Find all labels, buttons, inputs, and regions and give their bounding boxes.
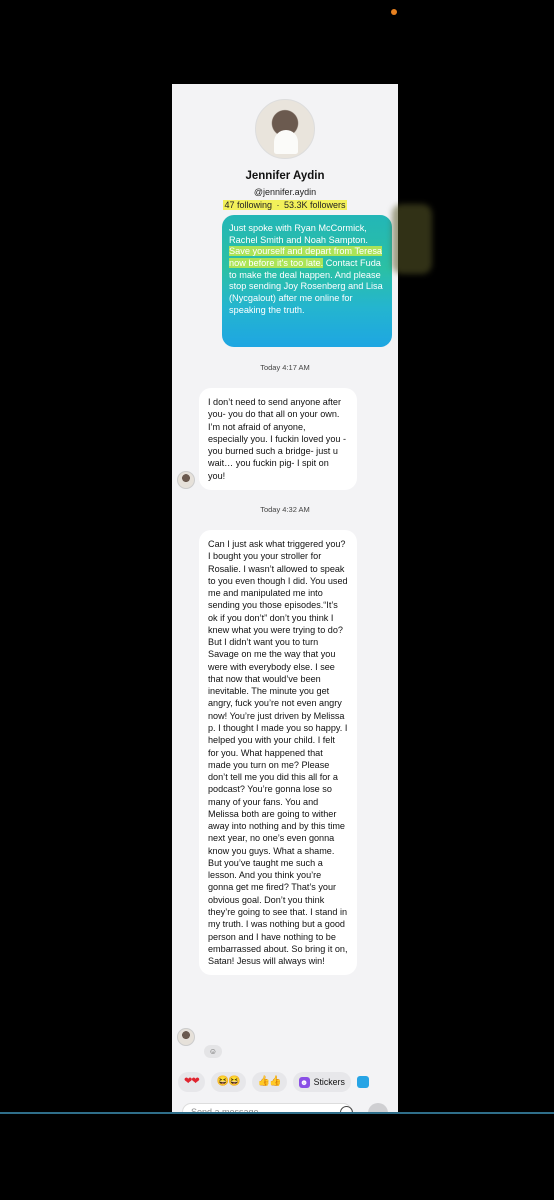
stickers-button[interactable]: ☻ Stickers [292,1072,351,1092]
chat-panel: Jennifer Aydin @jennifer.aydin 47 follow… [172,84,398,1114]
profile-handle: @jennifer.aydin [253,187,317,197]
profile-name: Jennifer Aydin [245,170,325,182]
sender-avatar[interactable] [177,471,195,489]
followers-count[interactable]: 53.3K followers [282,200,347,210]
incoming-message[interactable]: Can I just ask what triggered you? I bou… [199,530,357,976]
following-count[interactable]: 47 following [223,200,273,210]
quick-reply-laugh[interactable]: 😆😆 [210,1072,246,1092]
bottom-divider [0,1112,554,1114]
outgoing-message[interactable]: Just spoke with Ryan McCormick, Rachel S… [222,215,392,347]
profile-avatar[interactable] [255,99,315,159]
quick-reply-thumbs[interactable]: 👍👍 [251,1072,287,1092]
quick-reply-row: ❤❤ 😆😆 👍👍 ☻ Stickers [178,1072,369,1092]
stickers-label: Stickers [313,1077,345,1087]
timestamp: Today 4:32 AM [260,505,310,514]
sticker-icon: ☻ [298,1076,310,1088]
sender-avatar[interactable] [177,1028,195,1046]
timestamp: Today 4:17 AM [260,363,310,372]
profile-stats: 47 following · 53.3K followers [172,200,398,210]
quick-reply-hearts[interactable]: ❤❤ [178,1072,205,1092]
stats-separator: · [272,200,283,210]
more-quick-replies-icon[interactable] [356,1076,369,1088]
highlight-mark [392,204,432,274]
status-dot [391,9,397,15]
incoming-message[interactable]: I don’t need to send anyone after you- y… [199,388,357,490]
message-text: Just spoke with Ryan McCormick, Rachel S… [229,223,368,245]
add-reaction-icon[interactable]: ☺ [204,1045,222,1058]
